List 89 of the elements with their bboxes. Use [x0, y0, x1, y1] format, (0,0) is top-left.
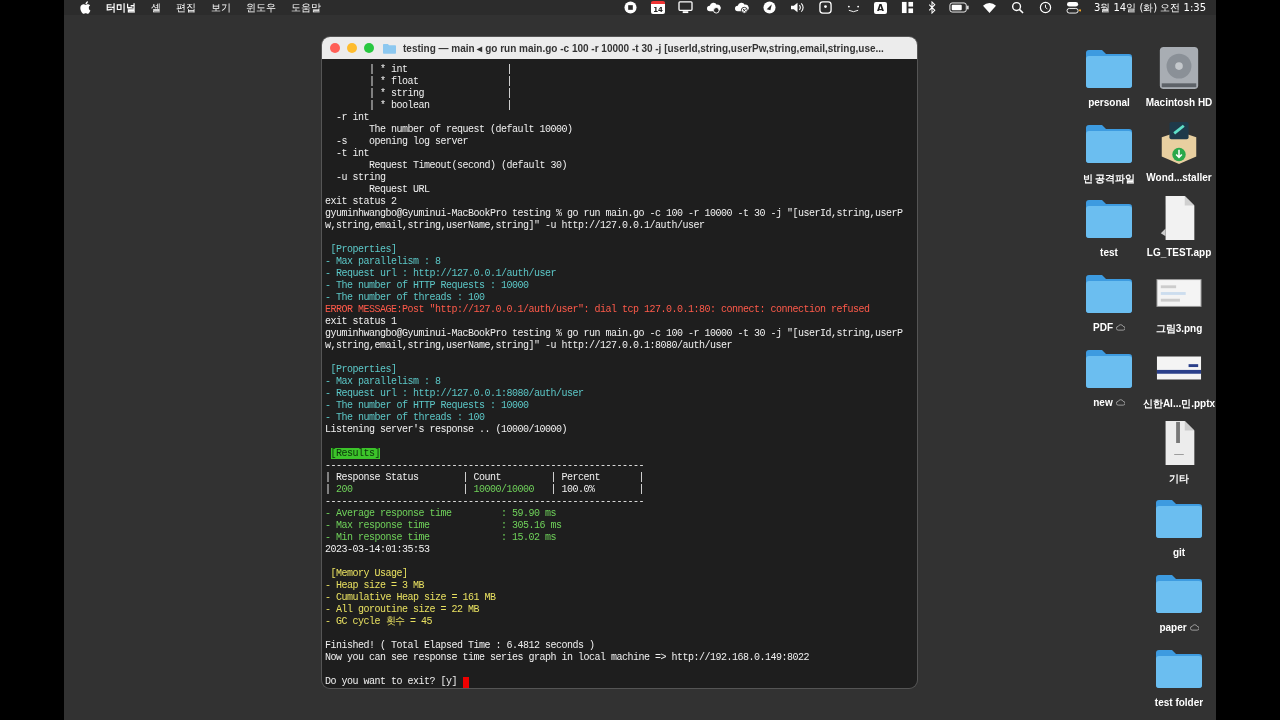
- desktop-item-label[interactable]: Wond...staller: [1146, 172, 1212, 183]
- input-source-icon[interactable]: A: [873, 1, 887, 14]
- desktop-item-label[interactable]: Macintosh HD: [1145, 97, 1213, 108]
- terminal-line: - Max response time : 305.16 ms: [325, 520, 563, 532]
- terminal-line: | * float |: [368, 76, 514, 88]
- toggle-icon[interactable]: [1065, 1, 1081, 14]
- desktop-item-label[interactable]: paper: [1159, 622, 1199, 633]
- terminal-line: 2023-03-14:01:35:53: [325, 544, 431, 556]
- desktop-item-label[interactable]: 기타: [1169, 472, 1189, 486]
- menu-item[interactable]: 윈도우: [246, 0, 276, 15]
- terminal-line: [Properties]: [329, 244, 398, 256]
- terminal-line: Listening server's response .. (10000/10000): [325, 424, 569, 436]
- apple-logo-icon[interactable]: [80, 1, 91, 14]
- terminal-line: - Average response time : 59.90 ms: [325, 508, 558, 520]
- terminal-line: ----------------------------------------------------------: [325, 460, 646, 472]
- terminal-line: - The number of HTTP Requests : 10000: [325, 280, 530, 292]
- terminal-line: ----------------------------------------------------------: [325, 496, 646, 508]
- cloud-icon: [1189, 624, 1199, 631]
- grid-icon[interactable]: [899, 1, 915, 14]
- desktop-item-label[interactable]: LG_TEST.app: [1146, 247, 1212, 258]
- desktop-item-label[interactable]: 빈 공격파일: [1082, 172, 1136, 186]
- terminal-line: ERROR MESSAGE:Post "http://127.0.0.1/auth/user": dial tcp 127.0.0.1:80: connect: connection refused: [325, 304, 871, 316]
- terminal-line: - Max parallelism : 8: [325, 376, 442, 388]
- terminal-line: gyuminhwangbo@Gyuminui-MacBookPro testing % go run main.go -c 100 -r 10000 -t 30 -j "[userId,string,userP: [325, 328, 904, 340]
- menu-item[interactable]: 편집: [176, 0, 196, 15]
- terminal-line: - The number of threads : 100: [325, 412, 486, 424]
- cloud-icon[interactable]: [705, 1, 721, 14]
- menu-item[interactable]: 도움말: [291, 0, 321, 15]
- speaker-icon[interactable]: [789, 1, 805, 14]
- terminal-line: Request URL: [368, 184, 431, 196]
- app-menu[interactable]: 터미널: [106, 0, 136, 15]
- terminal-line: - The number of threads : 100: [325, 292, 486, 304]
- window-title: testing — main ◂ go run main.go -c 100 -r 10000 -t 30 -j [userId,string,userPw,string,email,string,use...: [403, 42, 884, 54]
- terminal-line: | * string |: [368, 88, 514, 100]
- terminal-line: - All goroutine size = 22 MB: [325, 604, 481, 616]
- terminal-line: - Request url : http://127.0.0.1/auth/user: [325, 268, 558, 280]
- desktop-item-label[interactable]: test folder: [1154, 697, 1204, 708]
- cloud-icon: [1115, 399, 1125, 406]
- terminal-line: Do you want to exit? [y]: [325, 676, 459, 688]
- compass-icon[interactable]: [761, 1, 777, 14]
- monitor-icon[interactable]: [677, 1, 693, 14]
- desktop-item-label[interactable]: git: [1172, 547, 1186, 558]
- desktop-item-label[interactable]: new: [1093, 397, 1125, 408]
- menu-item[interactable]: 셸: [151, 0, 161, 15]
- desktop-item-label[interactable]: 그림3.png: [1155, 322, 1203, 336]
- terminal-line: -u string: [335, 172, 387, 184]
- terminal-line: - The number of HTTP Requests : 10000: [325, 400, 530, 412]
- battery-icon[interactable]: [948, 1, 969, 14]
- terminal-line: - Cumulative Heap size = 161 MB: [325, 592, 497, 604]
- close-button[interactable]: [330, 43, 340, 53]
- terminal-line: | * int |: [368, 64, 514, 76]
- terminal-line: exit status 1: [325, 316, 398, 328]
- terminal-line: | Response Status | Count | Percent |: [325, 472, 646, 484]
- terminal-line: w,string,email,string,userName,string]" -u http://127.0.0.1/auth/user: [325, 220, 706, 232]
- terminal-line: Request Timeout(second) (default 30): [368, 160, 569, 172]
- terminal-line: -s opening log server: [335, 136, 470, 148]
- clock-icon[interactable]: [1037, 1, 1053, 14]
- terminal-line: Now you can see response time series graph in local machine => http://192.168.0.149:8022: [325, 652, 811, 664]
- terminal-line: w,string,email,string,userName,string]" -u http://127.0.0.1:8080/auth/user: [325, 340, 734, 352]
- terminal-line: Finished! ( Total Elapsed Time : 6.4812 seconds ): [325, 640, 596, 652]
- terminal-line: - Max parallelism : 8: [325, 256, 442, 268]
- text-cursor: [462, 676, 469, 688]
- square-icon[interactable]: [817, 1, 833, 14]
- cloud-icon: [1116, 324, 1125, 331]
- terminal-line: The number of request (default 10000): [368, 124, 574, 136]
- terminal-line: -r int: [335, 112, 369, 124]
- bluetooth-icon[interactable]: [927, 1, 936, 14]
- terminal-line: -t int: [335, 148, 370, 160]
- terminal-line: gyuminhwangbo@Gyuminui-MacBookPro testing % go run main.go -c 100 -r 10000 -t 30 -j "[userId,string,userP: [325, 208, 904, 220]
- menu-item[interactable]: 보기: [211, 0, 231, 15]
- stop-icon[interactable]: [623, 1, 639, 14]
- terminal-line: | * boolean |: [369, 100, 514, 112]
- terminal-line: [Memory Usage]: [329, 568, 409, 580]
- desktop-item-label[interactable]: personal: [1088, 97, 1130, 108]
- folder-icon: [383, 42, 396, 54]
- menu-bar-clock[interactable]: 3월 14일 (화) 오전 1:35: [1093, 0, 1206, 15]
- terminal-line: - Request url : http://127.0.0.1:8080/auth/user: [325, 388, 585, 400]
- terminal-line: | 200 | 10000/10000 | 100.0% |: [325, 484, 646, 496]
- desktop-item-label[interactable]: PDF: [1093, 322, 1125, 333]
- terminal-line: - GC cycle 횟수 = 45: [325, 616, 433, 628]
- desktop-item-label[interactable]: test: [1100, 247, 1118, 258]
- terminal-line: - Heap size = 3 MB: [325, 580, 426, 592]
- cloud-icon[interactable]: [733, 1, 749, 14]
- terminal-line: exit status 2: [325, 196, 398, 208]
- terminal-line: - Min response time : 15.02 ms: [325, 532, 558, 544]
- search-icon[interactable]: [1009, 1, 1025, 14]
- wifi-icon[interactable]: [981, 1, 997, 14]
- terminal-line: [Properties]: [329, 364, 398, 376]
- desktop-item-label[interactable]: 신한AI...민.pptx: [1142, 397, 1216, 411]
